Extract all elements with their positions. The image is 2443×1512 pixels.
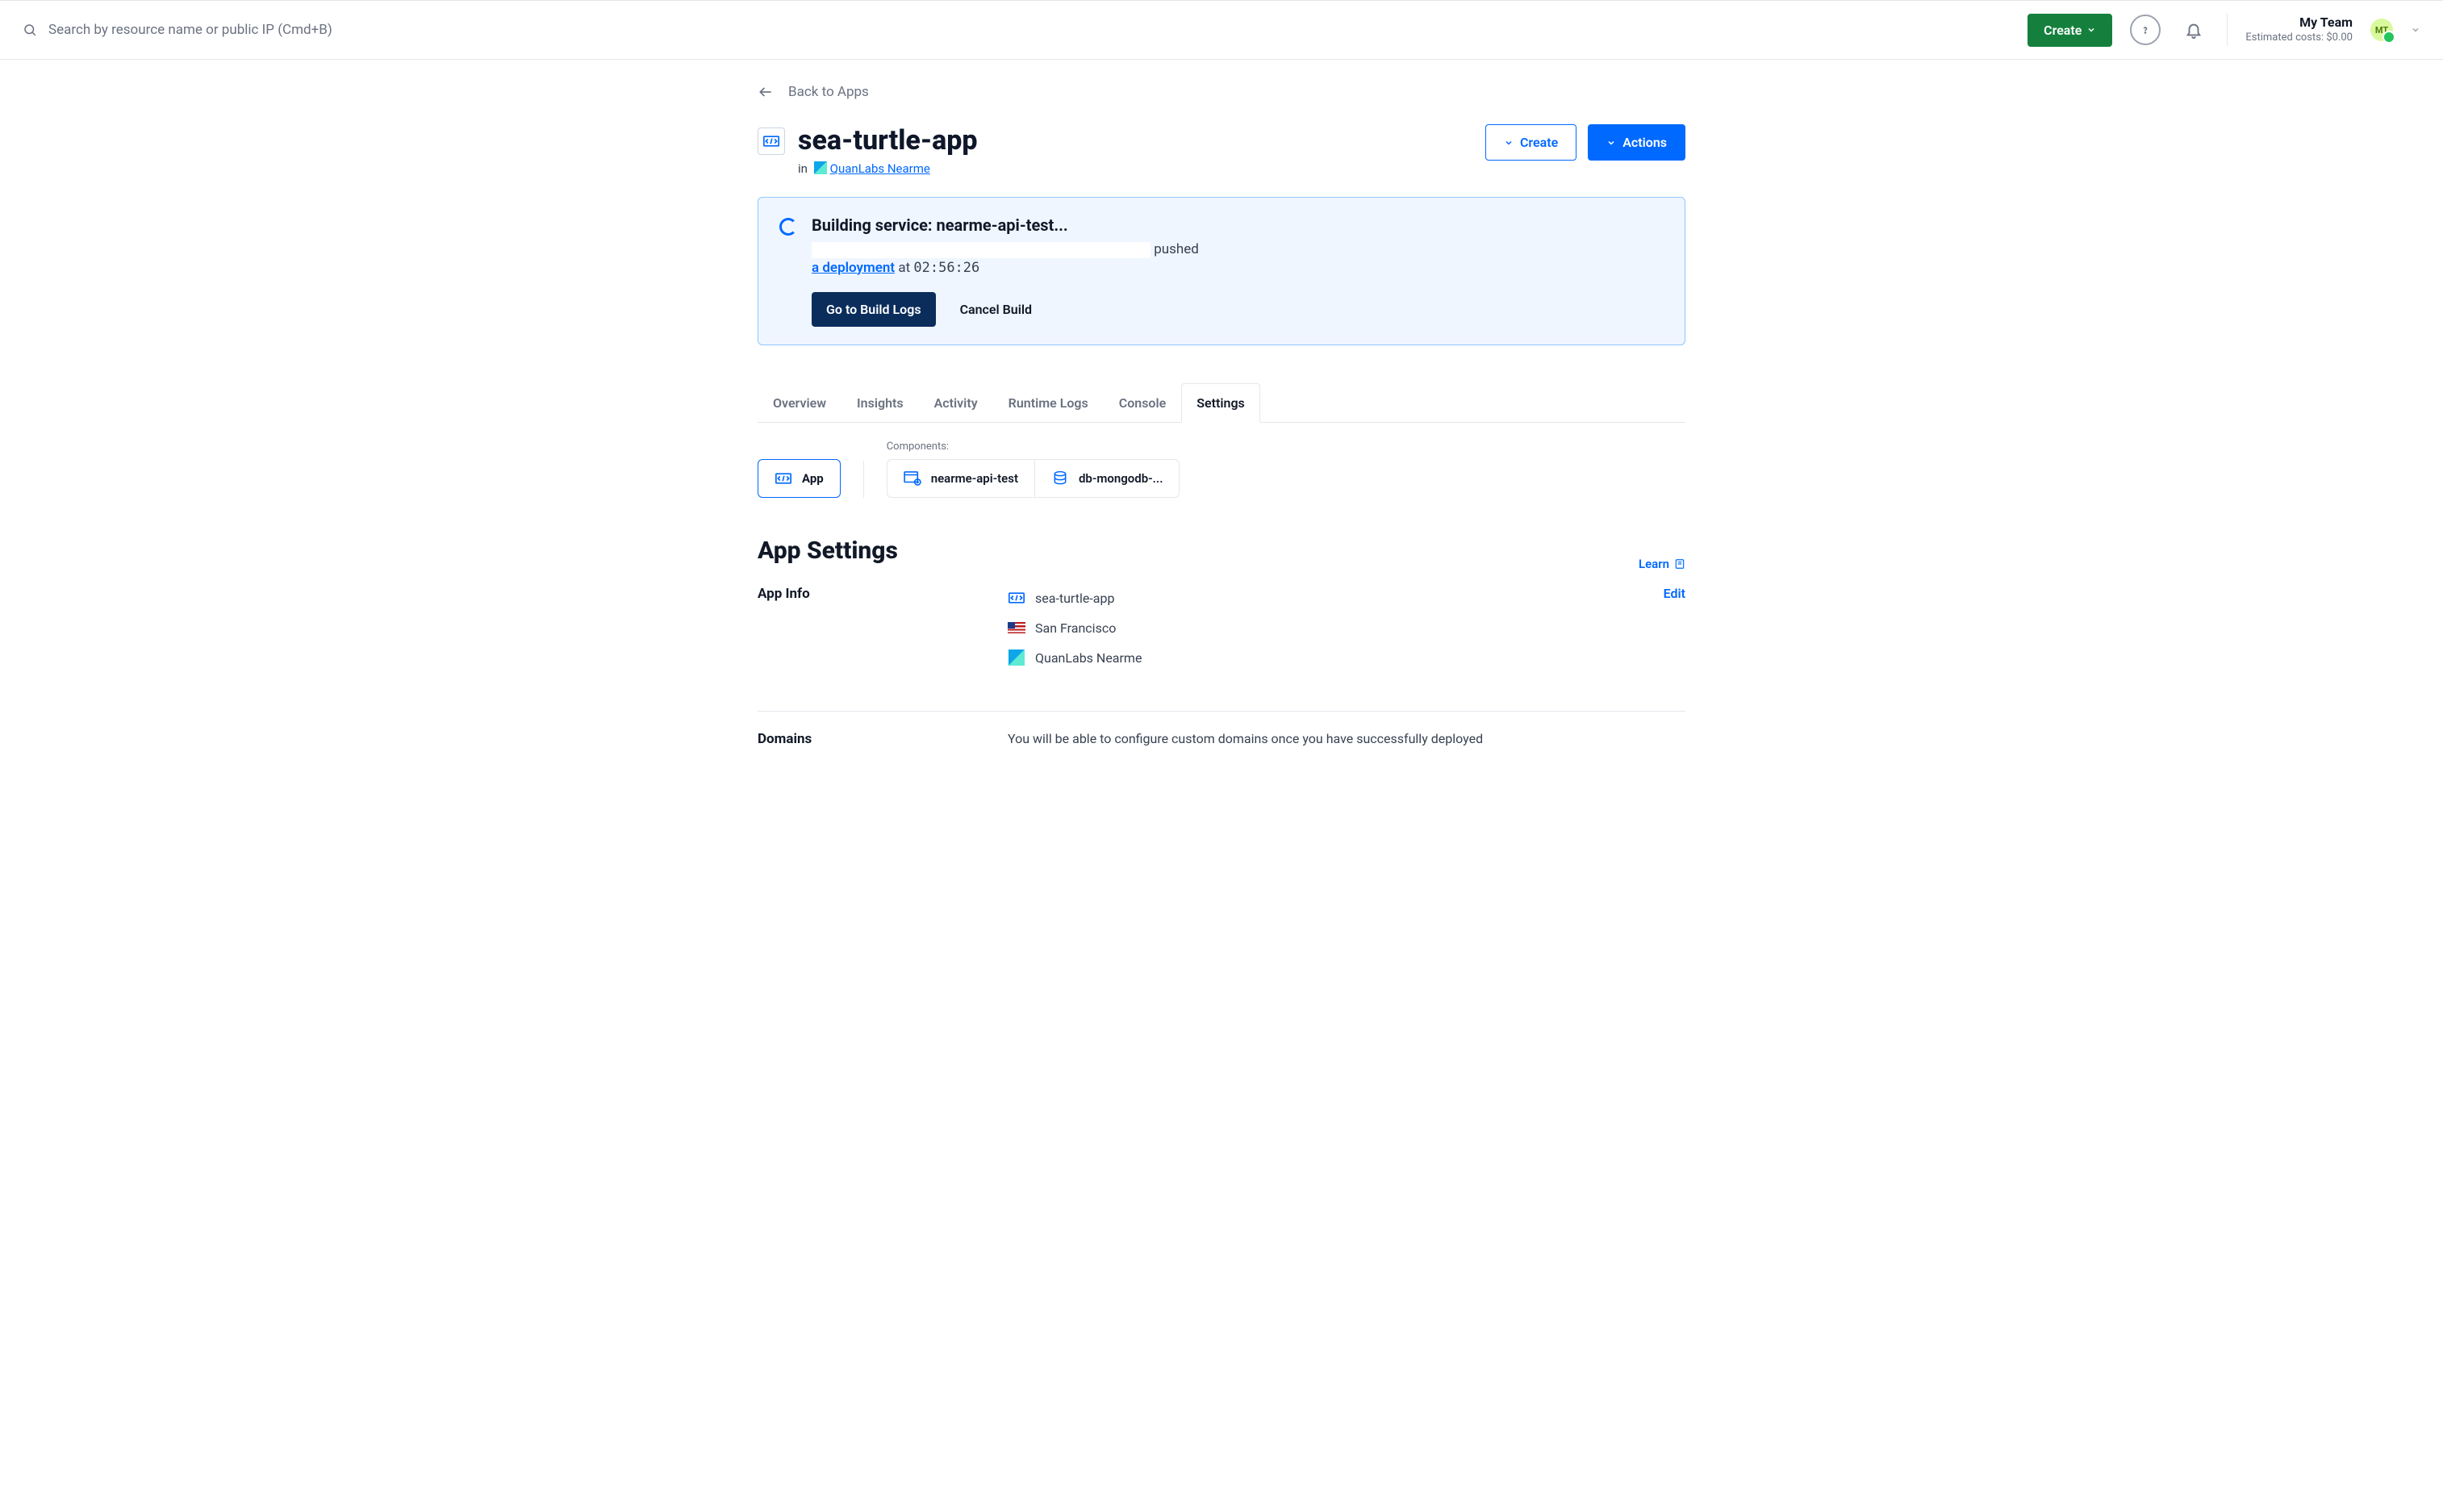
- team-cost: Estimated costs: $0.00: [2245, 31, 2353, 45]
- app-info-section: App Info sea-turtle-app San Francisco Qu…: [758, 586, 1685, 703]
- arrow-left-icon: [758, 84, 774, 100]
- component-pill-service[interactable]: nearme-api-test: [887, 460, 1035, 497]
- tab-runtime-logs[interactable]: Runtime Logs: [993, 383, 1104, 423]
- tab-activity[interactable]: Activity: [919, 383, 993, 423]
- app-title: sea-turtle-app: [798, 124, 978, 157]
- app-icon: [775, 470, 792, 487]
- flag-us-icon: [1008, 620, 1025, 635]
- search-input[interactable]: [47, 21, 434, 39]
- page-header: sea-turtle-app in QuanLabs Nearme Create…: [758, 124, 1685, 176]
- banner-deploy-line: a deployment at 02:56:26: [812, 260, 1664, 276]
- question-icon: [2140, 23, 2150, 36]
- tab-settings[interactable]: Settings: [1181, 383, 1260, 423]
- cancel-build-button[interactable]: Cancel Build: [955, 301, 1037, 318]
- spinner-icon: [779, 218, 797, 236]
- app-info-project: QuanLabs Nearme: [1008, 650, 1605, 666]
- create-button[interactable]: Create: [1485, 124, 1576, 161]
- app-project-line: in QuanLabs Nearme: [798, 161, 978, 176]
- service-icon: [904, 470, 921, 487]
- deployment-link[interactable]: a deployment: [812, 260, 895, 276]
- chevron-down-icon: [2086, 25, 2096, 35]
- chevron-down-icon[interactable]: [2411, 25, 2420, 35]
- component-selector: App Components: nearme-api-test db-mongo…: [758, 441, 1685, 498]
- deploy-time: 02:56:26: [913, 260, 979, 276]
- chevron-down-icon: [1606, 138, 1616, 148]
- topbar-actions: Create My Team Estimated costs: $0.00 MT: [2027, 14, 2420, 47]
- app-tabs: OverviewInsightsActivityRuntime LogsCons…: [758, 382, 1685, 423]
- setting-label: Domains: [758, 731, 975, 747]
- tab-overview[interactable]: Overview: [758, 383, 841, 423]
- help-button[interactable]: [2130, 15, 2161, 45]
- project-icon: [1008, 650, 1025, 665]
- tab-insights[interactable]: Insights: [841, 383, 919, 423]
- back-link-label: Back to Apps: [788, 84, 869, 100]
- database-icon: [1051, 470, 1069, 487]
- app-icon: [1008, 591, 1025, 605]
- edit-app-info-button[interactable]: Edit: [1664, 586, 1685, 601]
- back-to-apps-link[interactable]: Back to Apps: [758, 84, 869, 100]
- setting-label: App Info: [758, 586, 975, 680]
- avatar[interactable]: MT: [2370, 19, 2393, 41]
- project-link[interactable]: QuanLabs Nearme: [830, 161, 930, 176]
- search-icon: [23, 23, 37, 37]
- divider: [2227, 14, 2228, 46]
- component-label: nearme-api-test: [931, 471, 1018, 486]
- top-bar: Create My Team Estimated costs: $0.00 MT: [0, 0, 2443, 60]
- app-pill[interactable]: App: [758, 459, 841, 498]
- banner-title: Building service: nearme-api-test...: [812, 215, 1664, 235]
- go-to-build-logs-button[interactable]: Go to Build Logs: [812, 292, 936, 327]
- learn-link[interactable]: Learn: [1639, 557, 1685, 571]
- domains-section: Domains You will be able to configure cu…: [758, 731, 1685, 770]
- banner-push-line: pushed: [812, 241, 1664, 258]
- component-label: db-mongodb-...: [1079, 471, 1163, 486]
- component-pill-database[interactable]: db-mongodb-...: [1035, 460, 1179, 497]
- global-search[interactable]: [23, 21, 2027, 39]
- project-icon: [814, 161, 827, 174]
- section-heading: App Settings: [758, 537, 898, 565]
- team-switcher[interactable]: My Team Estimated costs: $0.00: [2245, 15, 2353, 45]
- app-info-name: sea-turtle-app: [1008, 591, 1605, 606]
- tab-console[interactable]: Console: [1104, 383, 1182, 423]
- app-info-region: San Francisco: [1008, 620, 1605, 636]
- components-label: Components:: [887, 441, 1180, 453]
- create-resource-button[interactable]: Create: [2027, 14, 2112, 47]
- redacted-text: [812, 242, 1151, 258]
- chevron-down-icon: [1504, 138, 1514, 148]
- doc-icon: [1674, 558, 1685, 570]
- actions-button[interactable]: Actions: [1588, 124, 1685, 161]
- team-name: My Team: [2245, 15, 2353, 31]
- domains-description: You will be able to configure custom dom…: [1008, 731, 1605, 747]
- build-status-banner: Building service: nearme-api-test... pus…: [758, 197, 1685, 345]
- app-pill-label: App: [802, 471, 824, 486]
- bell-icon: [2185, 21, 2203, 39]
- notifications-button[interactable]: [2178, 15, 2209, 45]
- divider: [758, 711, 1685, 712]
- divider: [863, 461, 864, 498]
- app-icon: [758, 127, 785, 155]
